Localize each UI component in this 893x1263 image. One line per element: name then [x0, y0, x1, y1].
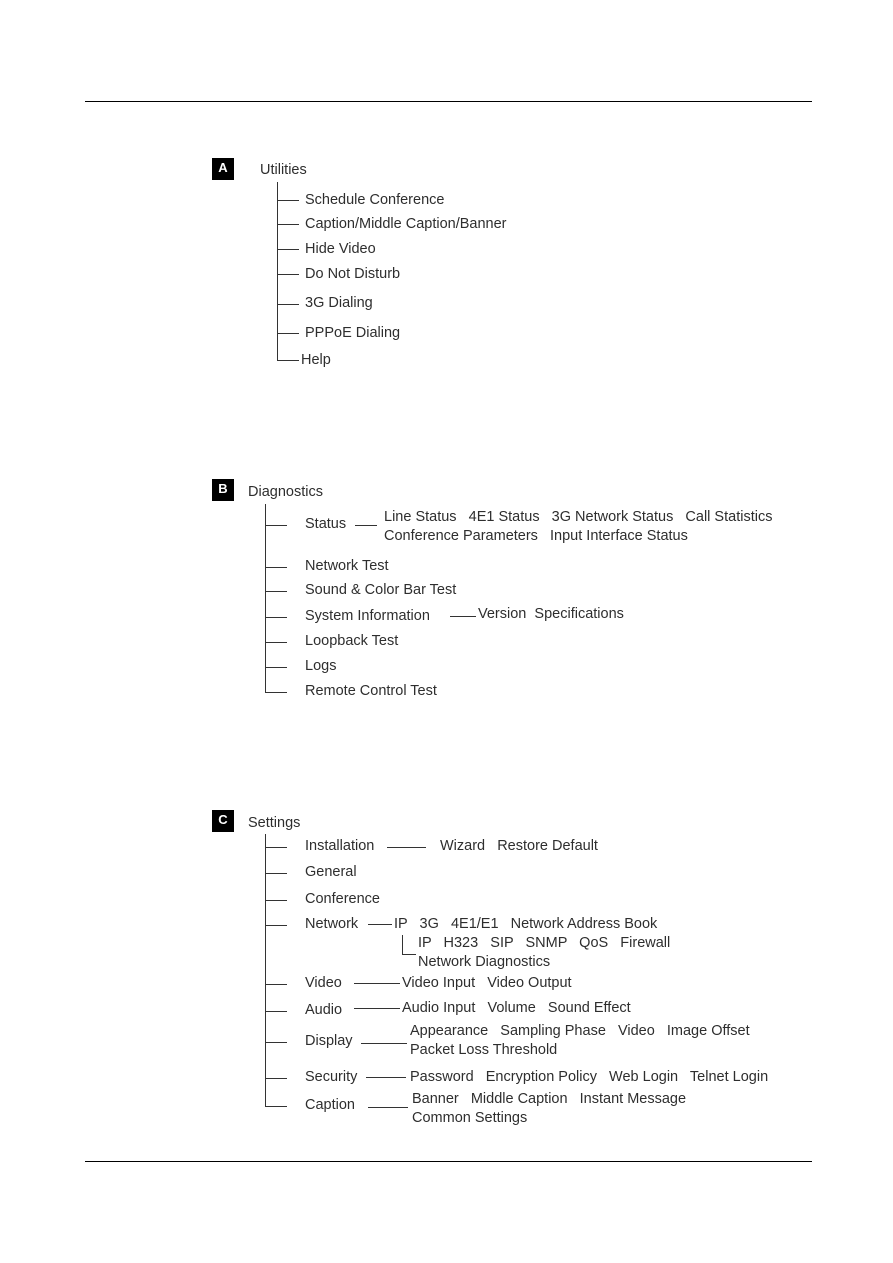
menu-item-schedule-conference: Schedule Conference — [305, 192, 445, 208]
status-submenu-line1: Line Status 4E1 Status 3G Network Status… — [384, 509, 773, 525]
network-submenu: IP 3G 4E1/E1 Network Address Book — [394, 916, 658, 932]
branch — [265, 1042, 287, 1043]
ip-connector — [402, 954, 416, 955]
audio-submenu: Audio Input Volume Sound Effect — [402, 1000, 631, 1016]
section-title-diagnostics: Diagnostics — [248, 484, 323, 500]
connector — [361, 1043, 407, 1044]
branch — [265, 1078, 287, 1079]
menu-item-remote-control-test: Remote Control Test — [305, 683, 437, 699]
connector — [368, 1107, 408, 1108]
video-submenu: Video Input Video Output — [402, 975, 572, 991]
tree-trunk — [265, 504, 266, 692]
menu-item-system-information: System Information — [305, 608, 430, 624]
menu-item-video: Video — [305, 975, 342, 991]
branch — [265, 591, 287, 592]
menu-item-audio: Audio — [305, 1002, 343, 1018]
menu-item-installation: Installation — [305, 838, 375, 854]
menu-item-logs: Logs — [305, 658, 337, 674]
connector — [354, 983, 400, 984]
branch — [277, 360, 299, 361]
branch — [265, 873, 287, 874]
menu-item-network-test: Network Test — [305, 558, 389, 574]
branch — [265, 900, 287, 901]
menu-item-pppoe-dialing: PPPoE Dialing — [305, 325, 401, 341]
menu-item-3g-dialing: 3G Dialing — [305, 295, 373, 311]
ip-connector — [402, 935, 403, 954]
branch — [265, 692, 287, 693]
display-submenu-line2: Packet Loss Threshold — [410, 1042, 558, 1058]
tree-trunk — [265, 834, 266, 1106]
menu-item-sound-color-bar-test: Sound & Color Bar Test — [305, 582, 457, 598]
branch — [265, 847, 287, 848]
menu-item-display: Display — [305, 1033, 353, 1049]
connector — [387, 847, 426, 848]
header-rule — [85, 101, 812, 102]
connector — [366, 1077, 406, 1078]
branch — [277, 274, 299, 275]
branch — [277, 333, 299, 334]
section-title-utilities: Utilities — [260, 162, 307, 178]
menu-item-caption: Caption — [305, 1097, 355, 1113]
branch — [277, 304, 299, 305]
section-badge-a: A — [212, 158, 234, 180]
branch — [265, 617, 287, 618]
section-badge-b: B — [212, 479, 234, 501]
branch — [265, 1011, 287, 1012]
menu-item-conference: Conference — [305, 891, 380, 907]
branch — [265, 984, 287, 985]
status-submenu-line2: Conference Parameters Input Interface St… — [384, 528, 688, 544]
menu-item-general: General — [305, 864, 357, 880]
ip-submenu-line2: Network Diagnostics — [418, 954, 551, 970]
menu-item-caption: Caption/Middle Caption/Banner — [305, 216, 507, 232]
section-badge-c: C — [212, 810, 234, 832]
branch — [265, 925, 287, 926]
connector — [355, 525, 377, 526]
menu-item-help: Help — [301, 352, 331, 368]
security-submenu: Password Encryption Policy Web Login Tel… — [410, 1069, 769, 1085]
branch — [265, 667, 287, 668]
branch — [277, 249, 299, 250]
branch — [265, 1106, 287, 1107]
branch — [277, 200, 299, 201]
caption-submenu-line1: Banner Middle Caption Instant Message — [412, 1091, 687, 1107]
menu-item-network: Network — [305, 916, 359, 932]
ip-submenu-line1: IP H323 SIP SNMP QoS Firewall — [418, 935, 671, 951]
branch — [265, 642, 287, 643]
menu-item-security: Security — [305, 1069, 358, 1085]
menu-item-status: Status — [305, 516, 347, 532]
connector — [450, 616, 476, 617]
connector — [354, 1008, 400, 1009]
display-submenu-line1: Appearance Sampling Phase Video Image Of… — [410, 1023, 750, 1039]
branch — [277, 224, 299, 225]
system-info-submenu: Version Specifications — [478, 606, 624, 622]
menu-item-hide-video: Hide Video — [305, 241, 376, 257]
branch — [265, 525, 287, 526]
menu-item-loopback-test: Loopback Test — [305, 633, 399, 649]
connector — [368, 924, 392, 925]
caption-submenu-line2: Common Settings — [412, 1110, 528, 1126]
menu-item-do-not-disturb: Do Not Disturb — [305, 266, 401, 282]
footer-rule — [85, 1161, 812, 1162]
branch — [265, 567, 287, 568]
section-title-settings: Settings — [248, 815, 301, 831]
installation-submenu: Wizard Restore Default — [440, 838, 598, 854]
